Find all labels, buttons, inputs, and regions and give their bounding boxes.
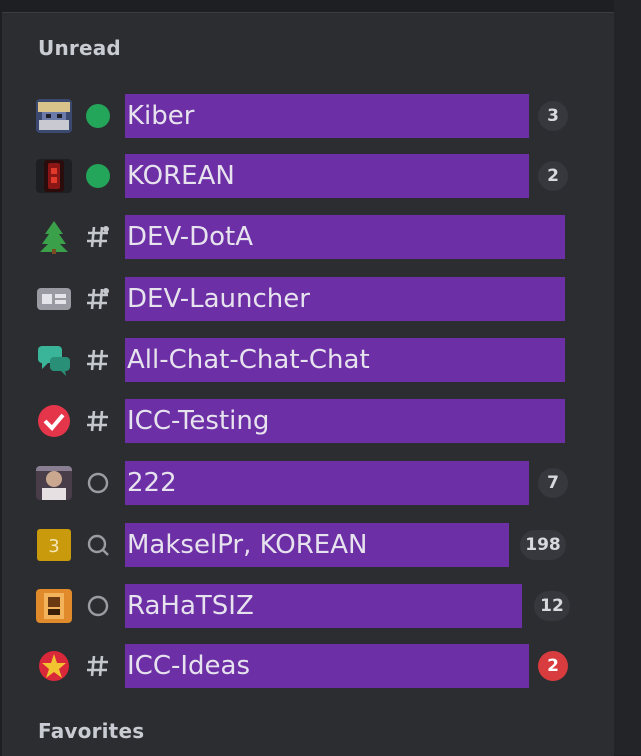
- conversation-name: RaHaTSIZ: [125, 584, 522, 628]
- unread-badge: 7: [538, 468, 568, 498]
- hash-channel-icon: [84, 407, 112, 435]
- mention-badge: 2: [538, 651, 568, 681]
- conversation-row-icc-testing[interactable]: ICC-Testing: [0, 398, 612, 444]
- avatar: [36, 589, 72, 623]
- avatar: [36, 404, 72, 438]
- hash-channel-icon: [84, 223, 112, 251]
- conversation-name: MakselPr, KOREAN: [125, 523, 509, 567]
- conversation-name: DEV-Launcher: [125, 277, 565, 321]
- avatar: [36, 466, 72, 500]
- section-title-unread: Unread: [38, 36, 121, 60]
- conversation-row-group-makselpr[interactable]: 3 MakselPr, KOREAN 198: [0, 522, 612, 568]
- conversation-row-all-chat[interactable]: All-Chat-Chat-Chat: [0, 337, 612, 383]
- avatar: 3: [36, 528, 72, 562]
- avatar: [36, 649, 72, 683]
- conversation-name: ICC-Ideas: [125, 644, 529, 688]
- conversation-row-kiber[interactable]: Kiber 3: [0, 93, 612, 139]
- unread-badge: 3: [538, 101, 568, 131]
- online-status-icon: [84, 102, 112, 130]
- conversation-row-icc-ideas[interactable]: ICC-Ideas 2: [0, 643, 612, 689]
- unread-badge: 12: [534, 591, 570, 621]
- section-title-favorites: Favorites: [38, 719, 145, 743]
- conversation-name: ICC-Testing: [125, 399, 565, 443]
- avatar: [36, 343, 72, 377]
- conversation-row-korean[interactable]: KOREAN 2: [0, 153, 612, 199]
- offline-status-icon: [84, 592, 112, 620]
- hash-channel-icon: [84, 652, 112, 680]
- svg-text:3: 3: [48, 536, 59, 557]
- side-strip: [614, 0, 641, 755]
- unread-badge: 2: [538, 161, 568, 191]
- unread-badge: 198: [520, 530, 566, 560]
- conversation-name: 222: [125, 461, 529, 505]
- avatar: [36, 220, 72, 254]
- conversation-name: All-Chat-Chat-Chat: [125, 338, 565, 382]
- conversation-name: DEV-DotA: [125, 215, 565, 259]
- online-status-icon: [84, 162, 112, 190]
- conversation-row-dev-launcher[interactable]: DEV-Launcher: [0, 276, 612, 322]
- hash-channel-icon: [84, 346, 112, 374]
- avatar: [36, 159, 72, 193]
- conversation-row-rahatsiz[interactable]: RaHaTSIZ 12: [0, 583, 612, 629]
- avatar: [36, 99, 72, 133]
- conversation-row-222[interactable]: 222 7: [0, 460, 612, 506]
- search-group-icon: [84, 531, 112, 559]
- conversation-name: KOREAN: [125, 154, 529, 198]
- offline-status-icon: [84, 469, 112, 497]
- avatar: [36, 282, 72, 316]
- conversation-name: Kiber: [125, 94, 529, 138]
- window: Unread Kiber 3 KOREAN 2 DEV-DotA DEV-Lau…: [0, 0, 641, 756]
- conversation-row-dev-dota[interactable]: DEV-DotA: [0, 214, 612, 260]
- hash-channel-icon: [84, 285, 112, 313]
